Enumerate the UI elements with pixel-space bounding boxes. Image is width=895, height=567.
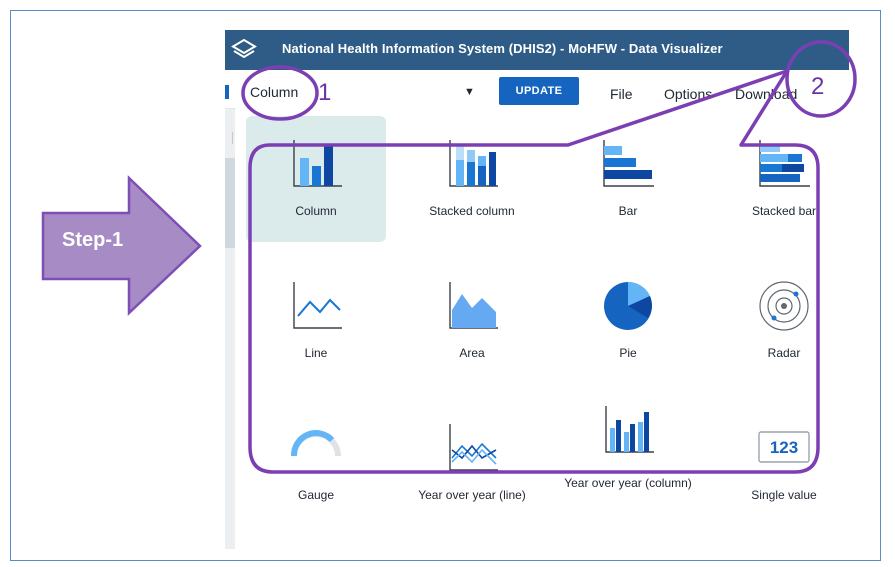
chart-type-pie[interactable]: Pie <box>558 258 698 384</box>
chart-type-year-over-year-line[interactable]: Year over year (line) <box>402 400 542 526</box>
chart-type-menu: Column Stacked column Bar Stacked bar Li… <box>236 108 849 548</box>
chart-type-area[interactable]: Area <box>402 258 542 384</box>
line-chart-icon <box>293 282 342 329</box>
chart-type-line[interactable]: Line <box>246 258 386 384</box>
download-menu[interactable]: Download <box>735 86 797 102</box>
app-title: National Health Information System (DHIS… <box>282 41 723 56</box>
chart-type-label: Bar <box>618 204 638 218</box>
stacked-column-chart-icon <box>449 140 498 187</box>
chart-type-label: Year over year (column) <box>564 476 692 490</box>
visualization-type-selector[interactable]: Column <box>250 84 298 100</box>
chart-type-label: Line <box>304 346 328 360</box>
pie-chart-icon <box>604 281 652 330</box>
app-header: National Health Information System (DHIS… <box>225 30 849 70</box>
chart-type-column[interactable]: Column <box>246 116 386 242</box>
options-menu[interactable]: Options <box>664 86 712 102</box>
dhis2-logo-icon[interactable] <box>231 38 257 62</box>
year-over-year-column-icon <box>605 406 654 453</box>
chart-type-label: Stacked column <box>429 204 515 218</box>
left-panel-divider <box>232 132 233 144</box>
annotation-number-1: 1 <box>318 79 332 106</box>
bar-chart-icon <box>603 140 654 187</box>
chart-type-stacked-bar[interactable]: Stacked bar <box>714 116 854 242</box>
area-chart-icon <box>449 282 498 329</box>
chart-type-stacked-column[interactable]: Stacked column <box>402 116 542 242</box>
stacked-bar-chart-icon <box>759 140 810 187</box>
chart-type-label: Radar <box>767 346 801 360</box>
chart-type-gauge[interactable]: Gauge <box>246 400 386 526</box>
chart-type-label: Year over year (line) <box>418 488 526 502</box>
year-over-year-line-icon <box>449 424 498 471</box>
chart-type-year-over-year-column[interactable]: Year over year (column) <box>558 400 698 526</box>
chart-type-label: Single value <box>751 488 817 502</box>
chart-type-label: Column <box>295 204 337 218</box>
update-button[interactable]: UPDATE <box>499 77 579 105</box>
radar-chart-icon <box>759 281 809 331</box>
single-value-icon: 123 <box>758 431 810 463</box>
chart-type-bar[interactable]: Bar <box>558 116 698 242</box>
chart-type-label: Stacked bar <box>751 204 817 218</box>
gauge-chart-icon <box>291 430 341 457</box>
file-menu[interactable]: File <box>610 86 633 102</box>
chart-type-label: Area <box>459 346 485 360</box>
caret-down-icon[interactable]: ▼ <box>464 86 475 98</box>
step-label: Step-1 <box>62 229 124 251</box>
chart-type-label: Pie <box>619 346 637 360</box>
svg-text:123: 123 <box>770 438 798 457</box>
annotation-number-2: 2 <box>811 73 825 100</box>
visualization-type-icon <box>225 85 229 99</box>
left-panel-shade <box>225 158 235 248</box>
chart-type-radar[interactable]: Radar <box>714 258 854 384</box>
column-chart-icon <box>293 140 342 187</box>
chart-type-label: Gauge <box>297 488 335 502</box>
chart-type-single-value[interactable]: 123 Single value <box>714 400 854 526</box>
